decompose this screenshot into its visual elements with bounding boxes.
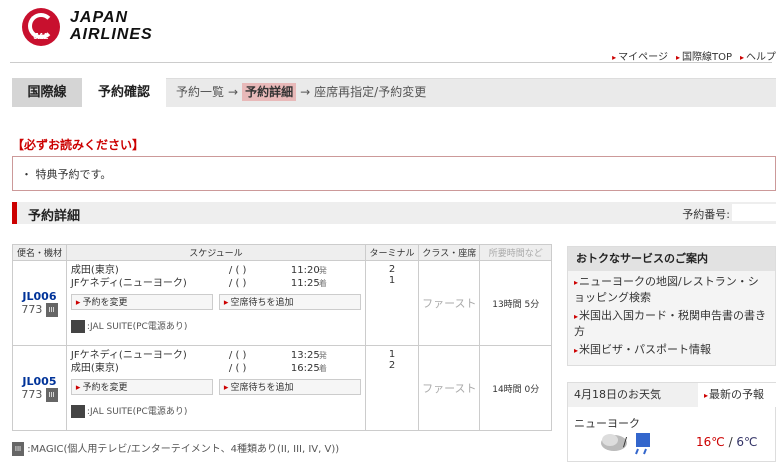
ny-map-link[interactable]: ニューヨークの地図/レストラン・ショッピング検索 (568, 271, 775, 305)
add-waitlist-button[interactable]: 空席待ちを追加 (218, 379, 361, 395)
aircraft-type: 773 (21, 302, 43, 316)
depart-date: / ( ) (228, 350, 247, 361)
crumb-seat: 座席再指定/予約変更 (314, 85, 427, 99)
suite-note: :JAL SUITE(PC電源あり) (86, 322, 188, 332)
itinerary-table: 便名・機材 スケジュール ターミナル クラス・座席 所要時間など JL006 7… (12, 244, 552, 431)
reservation-number-value (732, 204, 776, 221)
arrive-terminal: 2 (388, 360, 396, 371)
depart-city: 成田(東京) (70, 265, 119, 276)
brand-line2: AIRLINES (70, 26, 153, 43)
arrive-date: / ( ) (228, 363, 247, 374)
svg-text:/: / (623, 435, 628, 449)
change-reservation-button[interactable]: 予約を変更 (70, 294, 213, 310)
crumb-arrow: → (228, 85, 239, 99)
depart-mark: 発 (318, 351, 327, 360)
class-cell: ファースト (418, 260, 481, 346)
services-panel: おトクなサービスのご案内 ニューヨークの地図/レストラン・ショッピング検索 米国… (567, 246, 776, 366)
magic-icon: III (45, 302, 58, 317)
tab-reservation-check[interactable]: 予約確認 (82, 78, 166, 107)
depart-city: JFケネディ(ニューヨーク) (70, 350, 187, 361)
arrive-date: / ( ) (228, 278, 247, 289)
depart-mark: 発 (318, 266, 327, 275)
arrive-city: JFケネディ(ニューヨーク) (70, 278, 187, 289)
weather-date-tab[interactable]: 4月18日のお天気 (568, 383, 698, 407)
weather-panel: 4月18日のお天気 最新の予報 ニューヨーク / 16℃ / 6℃ (567, 382, 777, 462)
magic-footnote-text: :MAGIC(個人用テレビ/エンターテイメント、4種類あり(II, III, I… (27, 444, 340, 455)
top-links: マイページ 国際線TOP ヘルプ (612, 48, 776, 63)
table-row: JL005 773 III JFケネディ(ニューヨーク) / ( ) 13:25 発 … (12, 345, 552, 431)
col-class: クラス・座席 (418, 244, 481, 261)
duration-cell: 14時間 0分 (479, 345, 552, 431)
arrive-city: 成田(東京) (70, 363, 119, 374)
crumb-arrow: → (300, 85, 311, 99)
magic-icon: III (12, 442, 24, 456)
col-flight: 便名・機材 (12, 244, 67, 261)
depart-terminal: 2 (388, 264, 396, 275)
mypage-link[interactable]: マイページ (612, 48, 668, 63)
brand-line1: JAPAN (70, 9, 129, 26)
crumb-list: 予約一覧 (176, 85, 225, 99)
temp-high: 16℃ (696, 435, 725, 449)
class-cell: ファースト (418, 345, 481, 431)
depart-terminal: 1 (388, 349, 396, 360)
schedule-cell: JFケネディ(ニューヨーク) / ( ) 13:25 発 成田(東京) / ( ) 16:… (65, 345, 366, 431)
magic-icon: III (45, 387, 58, 402)
header-divider (10, 62, 772, 63)
flight-cell: JL006 773 III (12, 260, 67, 346)
logo-text: JAL (33, 32, 49, 41)
table-row: JL006 773 III 成田(東京) / ( ) 11:20 発 JFケネディ(ニ… (12, 260, 552, 346)
customs-form-link[interactable]: 米国出入国カード・税関申告書の書き方 (568, 305, 775, 339)
temp-separator: / (724, 435, 737, 449)
visa-info-link[interactable]: 米国ビザ・パスポート情報 (568, 339, 775, 358)
weather-icon: / (601, 433, 650, 455)
arrive-terminal: 1 (388, 275, 396, 286)
section-accent (12, 202, 17, 224)
arrive-mark: 着 (318, 364, 327, 373)
depart-date: / ( ) (228, 265, 247, 276)
arrive-time: 16:25 (290, 363, 320, 374)
terminal-cell: 2 1 (364, 260, 420, 346)
aircraft-type: 773 (21, 387, 43, 401)
latest-forecast-tab[interactable]: 最新の予報 (698, 383, 777, 407)
col-duration: 所要時間など (479, 244, 552, 261)
add-waitlist-button[interactable]: 空席待ちを追加 (218, 294, 361, 310)
intl-top-link[interactable]: 国際線TOP (676, 48, 732, 63)
magic-footnote: III :MAGIC(個人用テレビ/エンターテイメント、4種類あり(II, II… (12, 440, 339, 456)
col-schedule: スケジュール (65, 244, 366, 261)
duration-cell: 13時間 5分 (479, 260, 552, 346)
arrive-mark: 着 (318, 279, 327, 288)
temperature: 16℃ / 6℃ (696, 435, 758, 449)
suite-note: :JAL SUITE(PC電源あり) (86, 407, 188, 417)
arrive-time: 11:25 (290, 278, 320, 289)
crumb-current: 予約詳細 (242, 83, 297, 101)
temp-low: 6℃ (736, 435, 758, 449)
depart-time: 13:25 (290, 350, 320, 361)
section-header: 予約詳細 予約番号: (12, 202, 776, 224)
col-terminal: ターミナル (364, 244, 420, 261)
breadcrumb: 予約一覧 → 予約詳細 → 座席再指定/予約変更 (176, 78, 426, 107)
suite-icon (70, 320, 85, 333)
depart-time: 11:20 (290, 265, 320, 276)
tab-international[interactable]: 国際線 (12, 78, 82, 107)
flight-number[interactable]: JL005 (13, 375, 66, 388)
services-title: おトクなサービスのご案内 (568, 247, 775, 271)
help-link[interactable]: ヘルプ (740, 48, 776, 63)
notice-body: ・ 特典予約です。 (21, 168, 112, 181)
suite-icon (70, 405, 85, 418)
jal-logo[interactable]: JAL (22, 8, 60, 46)
reservation-number-label: 予約番号: (682, 208, 730, 221)
terminal-cell: 1 2 (364, 345, 420, 431)
table-header: 便名・機材 スケジュール ターミナル クラス・座席 所要時間など (12, 244, 552, 261)
notice-box: ・ 特典予約です。 (12, 156, 776, 191)
change-reservation-button[interactable]: 予約を変更 (70, 379, 213, 395)
section-title: 予約詳細 (28, 209, 81, 224)
flight-cell: JL005 773 III (12, 345, 67, 431)
flight-number[interactable]: JL006 (13, 290, 66, 303)
schedule-cell: 成田(東京) / ( ) 11:20 発 JFケネディ(ニューヨーク) / ( ) 11:… (65, 260, 366, 346)
notice-title: 【必ずお読みください】 (12, 138, 145, 152)
